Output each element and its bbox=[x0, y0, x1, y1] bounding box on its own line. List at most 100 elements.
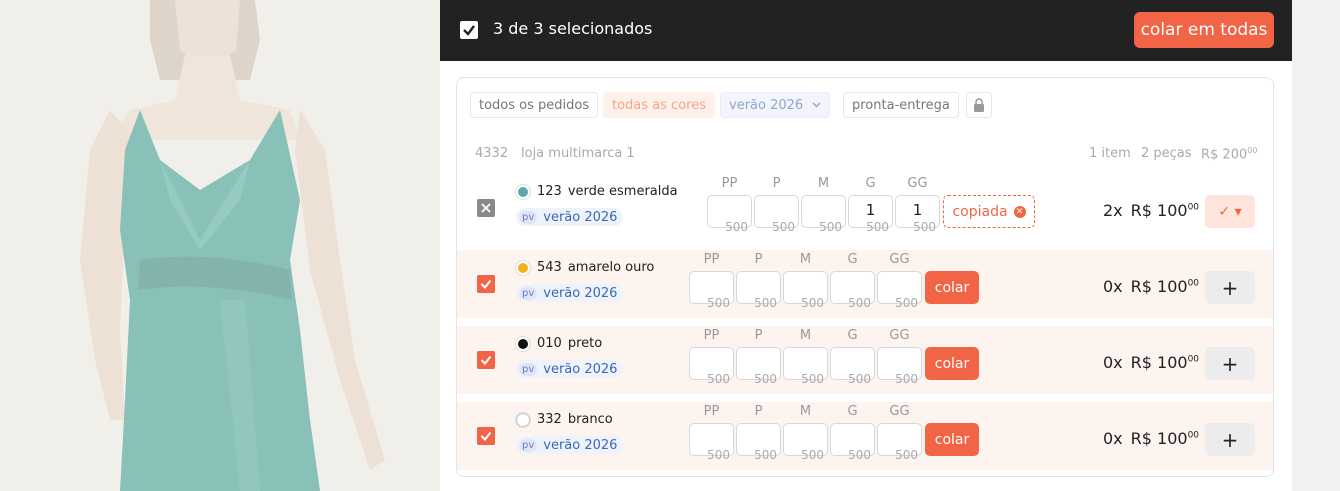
filter-ready-delivery[interactable]: pronta-entrega bbox=[843, 92, 959, 118]
row-count: 2x bbox=[1103, 201, 1123, 220]
size-qty-input[interactable]: 500 bbox=[783, 423, 828, 462]
row-remove-checkbox[interactable] bbox=[477, 199, 495, 217]
size-qty-input[interactable]: 500 bbox=[689, 423, 734, 462]
stock-available: 500 bbox=[848, 372, 871, 386]
stock-available: 500 bbox=[801, 372, 824, 386]
row-checkbox[interactable] bbox=[477, 427, 495, 445]
size-qty-input[interactable]: 500 bbox=[736, 423, 781, 462]
filter-all-colors[interactable]: todas as cores bbox=[603, 92, 715, 118]
color-swatch bbox=[516, 413, 530, 427]
lock-icon bbox=[974, 98, 984, 112]
add-button[interactable]: + bbox=[1205, 423, 1255, 456]
row-price-cents: 00 bbox=[1187, 430, 1200, 441]
stock-available: 500 bbox=[754, 448, 777, 462]
size-qty-input[interactable]: 500 bbox=[689, 271, 734, 310]
check-icon bbox=[463, 25, 475, 36]
add-button[interactable]: + bbox=[1205, 347, 1255, 380]
color-code: 332 bbox=[537, 412, 562, 427]
size-qty-input[interactable]: 500 bbox=[689, 347, 734, 386]
paste-button[interactable]: colar bbox=[925, 423, 979, 456]
size-qty-input[interactable]: 500 bbox=[754, 195, 799, 234]
size-qty-input[interactable]: 500 bbox=[877, 347, 922, 386]
size-label: GG bbox=[889, 328, 910, 343]
stock-available: 500 bbox=[866, 220, 889, 234]
filter-collection-label: verão 2026 bbox=[729, 97, 804, 113]
size-label: G bbox=[847, 252, 858, 267]
collection-name: verão 2026 bbox=[543, 285, 618, 301]
size-qty-input[interactable]: 500 bbox=[783, 347, 828, 386]
size-qty-input[interactable]: 1 500 bbox=[895, 195, 940, 234]
row-price-cents: 00 bbox=[1187, 202, 1200, 213]
collection-tag: pv bbox=[519, 438, 538, 452]
selected-count: 3 de 3 selecionados bbox=[493, 19, 653, 38]
size-label: P bbox=[754, 252, 763, 267]
stock-available: 500 bbox=[772, 220, 795, 234]
color-row: 123 verde esmeralda pv verão 2026 PP 500 P 500 M… bbox=[457, 174, 1273, 242]
stock-available: 500 bbox=[848, 296, 871, 310]
copied-label: copiada bbox=[952, 203, 1008, 220]
row-price: R$ 100 bbox=[1130, 277, 1188, 296]
size-label: GG bbox=[907, 176, 928, 191]
size-qty-input[interactable]: 500 bbox=[877, 423, 922, 462]
scroll-gutter bbox=[1292, 0, 1340, 491]
stock-available: 500 bbox=[895, 448, 918, 462]
stock-available: 500 bbox=[707, 448, 730, 462]
collection-badge: pv verão 2026 bbox=[516, 284, 624, 302]
stock-available: 500 bbox=[754, 296, 777, 310]
size-qty-input[interactable]: 500 bbox=[830, 423, 875, 462]
store-name: loja multimarca 1 bbox=[521, 146, 635, 161]
lock-button[interactable] bbox=[966, 92, 992, 118]
row-checkbox[interactable] bbox=[477, 275, 495, 293]
select-all-checkbox[interactable] bbox=[460, 21, 478, 39]
size-qty-input[interactable]: 500 bbox=[830, 347, 875, 386]
row-count: 0x bbox=[1103, 277, 1123, 296]
color-row: 332 branco pv verão 2026 PP 500 P 500 M 500 G 500 GG… bbox=[457, 402, 1273, 470]
row-price-cents: 00 bbox=[1187, 354, 1200, 365]
size-label: G bbox=[865, 176, 876, 191]
order-number: 4332 bbox=[475, 146, 509, 161]
size-qty-input[interactable]: 500 bbox=[736, 271, 781, 310]
filter-all-orders[interactable]: todos os pedidos bbox=[470, 92, 599, 118]
collection-badge: pv verão 2026 bbox=[516, 360, 624, 378]
stock-available: 500 bbox=[707, 296, 730, 310]
stock-available: 500 bbox=[707, 372, 730, 386]
size-qty-input[interactable]: 500 bbox=[877, 271, 922, 310]
size-qty-input[interactable]: 1 500 bbox=[848, 195, 893, 234]
size-qty-input[interactable]: 500 bbox=[801, 195, 846, 234]
row-count: 0x bbox=[1103, 353, 1123, 372]
row-checkbox[interactable] bbox=[477, 351, 495, 369]
chevron-down-icon bbox=[812, 102, 821, 108]
paste-button[interactable]: colar bbox=[925, 271, 979, 304]
order-total: R$ 20000 bbox=[1201, 146, 1257, 162]
order-piece-count: 2 peças bbox=[1141, 146, 1192, 161]
qty-value: 1 bbox=[865, 201, 876, 219]
copied-indicator[interactable]: copiada ✕ bbox=[943, 195, 1035, 228]
color-label: preto bbox=[567, 336, 603, 351]
stock-available: 500 bbox=[895, 372, 918, 386]
color-name: 543 amarelo ouro bbox=[537, 260, 654, 275]
row-total: 2x R$ 10000 bbox=[1103, 201, 1199, 220]
dress-model-image bbox=[0, 0, 440, 491]
order-editor: 3 de 3 selecionados colar em todas todos… bbox=[440, 0, 1292, 491]
size-label: M bbox=[799, 328, 812, 343]
color-row: 543 amarelo ouro pv verão 2026 PP 500 P 500 M 500… bbox=[457, 250, 1273, 318]
row-total: 0x R$ 10000 bbox=[1103, 429, 1199, 448]
color-code: 543 bbox=[537, 260, 562, 275]
size-qty-input[interactable]: 500 bbox=[783, 271, 828, 310]
size-label: PP bbox=[703, 328, 720, 343]
row-price: R$ 100 bbox=[1130, 353, 1188, 372]
color-label: branco bbox=[567, 412, 613, 427]
add-button[interactable]: + bbox=[1205, 271, 1255, 304]
filter-collection-dropdown[interactable]: verão 2026 bbox=[720, 92, 831, 118]
paste-button[interactable]: colar bbox=[925, 347, 979, 380]
row-price-cents: 00 bbox=[1187, 278, 1200, 289]
clear-copy-icon[interactable]: ✕ bbox=[1013, 205, 1026, 218]
size-label: M bbox=[817, 176, 830, 191]
size-label: PP bbox=[721, 176, 738, 191]
collection-name: verão 2026 bbox=[543, 437, 618, 453]
size-qty-input[interactable]: 500 bbox=[736, 347, 781, 386]
paste-all-button[interactable]: colar em todas bbox=[1134, 12, 1274, 48]
size-qty-input[interactable]: 500 bbox=[707, 195, 752, 234]
confirm-dropdown-button[interactable]: ✓ ▾ bbox=[1205, 195, 1255, 228]
size-qty-input[interactable]: 500 bbox=[830, 271, 875, 310]
